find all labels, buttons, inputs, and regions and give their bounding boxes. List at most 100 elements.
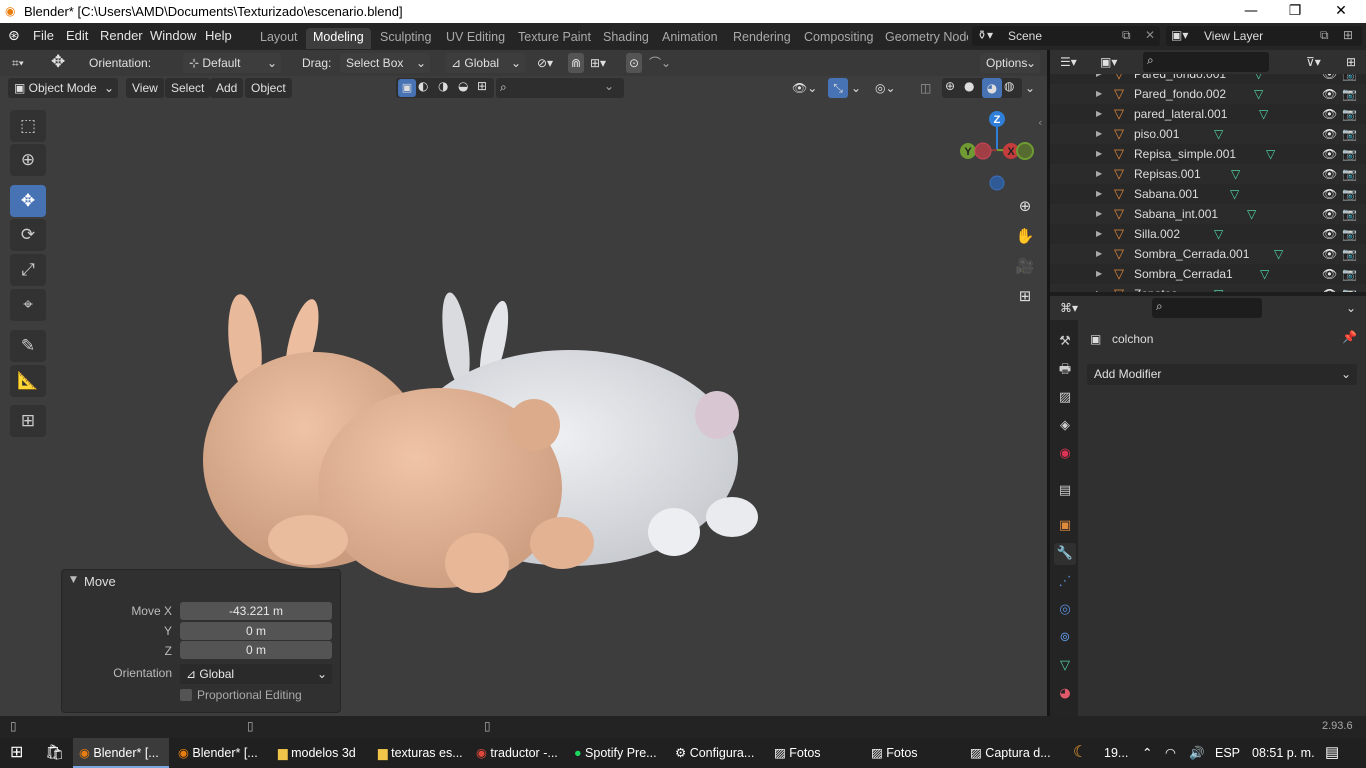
constraints-tab-icon[interactable]: ⊚ <box>1054 627 1076 649</box>
tab-animation[interactable]: Animation <box>655 28 725 49</box>
falloff-icon[interactable]: ⌒⌄ <box>649 53 671 73</box>
visibility-eye-icon[interactable]: 👁 <box>1322 264 1337 284</box>
xray-icon[interactable]: ◫ <box>920 78 931 98</box>
move-y-field[interactable]: 0 m <box>180 622 332 640</box>
rotate-tool-icon[interactable]: ⟳ <box>10 219 46 251</box>
taskbar-folder-texturas[interactable]: ▆ texturas es... <box>374 738 466 768</box>
visibility-eye-icon[interactable]: 👁 <box>1322 84 1337 104</box>
material-tab-icon[interactable]: ◕ <box>1054 683 1076 705</box>
visibility-eye-icon[interactable]: 👁 <box>1322 164 1337 184</box>
scale-tool-icon[interactable]: ⤢ <box>10 254 46 286</box>
select-subtract-icon[interactable]: ◑ <box>438 79 448 93</box>
taskbar-spotify[interactable]: ● Spotify Pre... <box>570 738 666 768</box>
outliner-row[interactable]: ▶ ▽ Pared_fondo.002 ▽ 👁 📷 <box>1050 84 1366 104</box>
transform-tool-icon[interactable]: ⌖ <box>10 289 46 321</box>
mesh-data-icon[interactable]: ▽ <box>1214 224 1223 244</box>
expand-arrow-icon[interactable]: ▶ <box>1096 84 1102 104</box>
grid-perspective-icon[interactable]: ⊞ <box>1011 282 1039 310</box>
measure-tool-icon[interactable]: 📐 <box>10 365 46 397</box>
wifi-icon[interactable]: ◠ <box>1165 738 1176 768</box>
snap-target-icon[interactable]: ⊞▾ <box>590 53 606 73</box>
outliner-row[interactable]: ▶ ▽ Silla.002 ▽ 👁 📷 <box>1050 224 1366 244</box>
particles-tab-icon[interactable]: ⋰ <box>1054 571 1076 593</box>
mesh-data-icon[interactable]: ▽ <box>1259 104 1268 124</box>
language-indicator[interactable]: ESP <box>1215 738 1240 768</box>
visibility-eye-icon[interactable]: 👁 <box>1322 144 1337 164</box>
world-tab-icon[interactable]: ▤ <box>1054 480 1076 502</box>
outliner-editor-icon[interactable]: ☰▾ <box>1060 52 1077 72</box>
visibility-eye-icon[interactable]: 👁 <box>1322 244 1337 264</box>
tab-shading[interactable]: Shading <box>596 28 656 49</box>
camera-view-icon[interactable]: 🎥 <box>1011 252 1039 280</box>
tab-geometry-nodes[interactable]: Geometry Node <box>878 28 968 49</box>
pin-icon[interactable]: 📌 <box>1342 330 1357 344</box>
select-intersect-icon[interactable]: ⊞ <box>477 79 487 93</box>
visibility-eye-icon[interactable]: 👁 <box>1322 284 1337 292</box>
outliner-row[interactable]: ▶ ▽ piso.001 ▽ 👁 📷 <box>1050 124 1366 144</box>
object-tab-icon[interactable]: ▣ <box>1054 515 1076 537</box>
select-box-tool-icon[interactable]: ⬚ <box>10 110 46 142</box>
tool-tab-icon[interactable]: ⚒ <box>1054 331 1076 353</box>
outliner-row[interactable]: ▶ ▽ Sombra_Cerrada.001 ▽ 👁 📷 <box>1050 244 1366 264</box>
add-modifier-dropdown[interactable]: Add Modifier ⌄ <box>1087 364 1357 385</box>
visibility-eye-icon[interactable]: 👁 <box>1322 104 1337 124</box>
taskbar-photos-1[interactable]: ▨ Fotos <box>770 738 862 768</box>
properties-editor-icon[interactable]: ⌘▾ <box>1060 298 1078 318</box>
menu-window[interactable]: Window <box>150 28 196 43</box>
weather-moon-icon[interactable]: ☾ <box>1073 738 1087 768</box>
mesh-data-icon[interactable]: ▽ <box>1214 284 1223 292</box>
weather-text[interactable]: 19... <box>1104 738 1128 768</box>
outliner-row[interactable]: ▶ ▽ Sombra_Cerrada1 ▽ 👁 📷 <box>1050 264 1366 284</box>
tray-chevron-icon[interactable]: ⌃ <box>1142 738 1152 768</box>
transform-orientation-dropdown[interactable]: ⊿ Global ⌄ <box>445 53 525 73</box>
pivot-point-icon[interactable]: ⊘▾ <box>537 53 553 73</box>
object-menu[interactable]: Object <box>245 78 292 98</box>
outliner-row[interactable]: ▶ ▽ Sabana_int.001 ▽ 👁 📷 <box>1050 204 1366 224</box>
expand-arrow-icon[interactable]: ▶ <box>1096 264 1102 284</box>
select-invert-icon[interactable]: ◒ <box>458 79 468 93</box>
render-camera-icon[interactable]: 📷 <box>1342 284 1357 292</box>
visibility-eye-icon[interactable]: 👁 <box>1322 74 1337 84</box>
select-menu[interactable]: Select <box>165 78 211 98</box>
proportional-checkbox[interactable] <box>180 689 192 701</box>
properties-options-icon[interactable]: ⌄ <box>1346 298 1356 318</box>
scene-selector[interactable]: ⚱▾ Scene ⧉ ✕ <box>972 26 1160 46</box>
render-camera-icon[interactable]: 📷 <box>1342 84 1357 104</box>
taskbar-capture[interactable]: ▨ Captura d... <box>966 738 1058 768</box>
visibility-eye-icon[interactable]: 👁 <box>1322 224 1337 244</box>
render-camera-icon[interactable]: 📷 <box>1342 104 1357 124</box>
menu-render[interactable]: Render <box>100 28 143 43</box>
move-z-field[interactable]: 0 m <box>180 641 332 659</box>
clock[interactable]: 08:51 p. m. <box>1252 738 1315 768</box>
tab-sculpting[interactable]: Sculpting <box>373 28 438 49</box>
mode-dropdown[interactable]: ▣ Object Mode ⌄ <box>8 78 118 98</box>
mesh-data-icon[interactable]: ▽ <box>1247 204 1256 224</box>
visibility-eye-icon[interactable]: 👁 <box>1322 124 1337 144</box>
expand-arrow-icon[interactable]: ▶ <box>1096 184 1102 204</box>
expand-arrow-icon[interactable]: ▶ <box>1096 284 1102 292</box>
select-new-icon[interactable]: ▣ <box>398 79 416 97</box>
taskbar-settings[interactable]: ⚙ Configura... <box>671 738 763 768</box>
tab-layout[interactable]: Layout <box>253 28 305 49</box>
expand-arrow-icon[interactable]: ▶ <box>1096 244 1102 264</box>
render-camera-icon[interactable]: 📷 <box>1342 74 1357 84</box>
outliner-row[interactable]: ▶ ▽ Repisas.001 ▽ 👁 📷 <box>1050 164 1366 184</box>
gizmo-dropdown-icon[interactable]: ⌄ <box>851 78 861 98</box>
view-layer-tab-icon[interactable]: ◈ <box>1054 415 1076 437</box>
annotate-tool-icon[interactable]: ✎ <box>10 330 46 362</box>
tab-modeling[interactable]: Modeling <box>306 28 371 49</box>
outliner-row[interactable]: ▶ ▽ Sabana.001 ▽ 👁 📷 <box>1050 184 1366 204</box>
outliner-row[interactable]: ▶ ▽ Repisa_simple.001 ▽ 👁 📷 <box>1050 144 1366 164</box>
zoom-icon[interactable]: ⊕ <box>1011 192 1039 220</box>
sidebar-toggle-icon[interactable]: ‹ <box>1038 116 1042 129</box>
mesh-data-icon[interactable]: ▽ <box>1274 244 1283 264</box>
cursor-tool-icon[interactable]: ⊕ <box>10 144 46 176</box>
expand-arrow-icon[interactable]: ▶ <box>1096 224 1102 244</box>
mesh-data-icon[interactable]: ▽ <box>1230 184 1239 204</box>
mesh-data-icon[interactable]: ▽ <box>1231 164 1240 184</box>
proportional-editing-icon[interactable]: ⊙ <box>626 53 643 73</box>
render-camera-icon[interactable]: 📷 <box>1342 244 1357 264</box>
select-extend-icon[interactable]: ◐ <box>418 79 428 93</box>
scene-tab-icon[interactable]: ◉ <box>1054 443 1076 465</box>
render-tab-icon[interactable]: 🖶 <box>1054 359 1076 381</box>
